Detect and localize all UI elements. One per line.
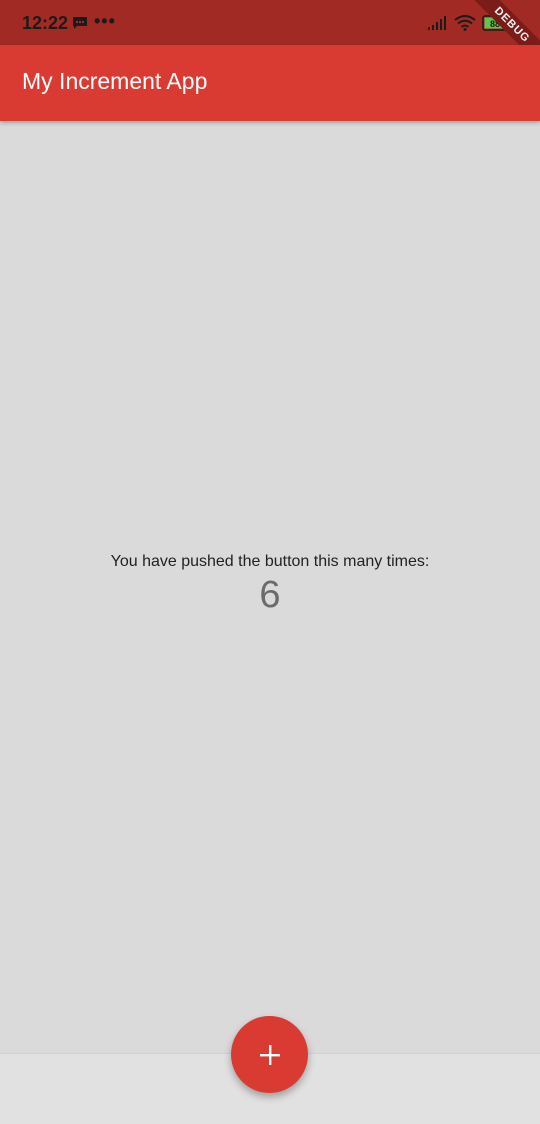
counter-label: You have pushed the button this many tim…	[110, 553, 430, 570]
status-icons: 88	[428, 13, 512, 33]
wifi-icon	[454, 15, 476, 31]
signal-icon	[428, 16, 446, 30]
battery-icon: 88	[482, 15, 511, 31]
plus-icon	[259, 1044, 280, 1065]
app-bar: My Increment App	[0, 45, 540, 121]
message-icon	[73, 17, 87, 29]
more-notifications-indicator: •••	[94, 11, 116, 31]
page-title: My Increment App	[22, 68, 208, 94]
battery-level: 88	[490, 19, 500, 29]
main-content: You have pushed the button this many tim…	[0, 121, 540, 1053]
increment-button[interactable]	[231, 1016, 308, 1093]
counter-value: 6	[259, 574, 281, 616]
status-bar: 12:22 ••• 88 DEBUG	[0, 0, 540, 70]
status-time: 12:22	[22, 13, 69, 33]
